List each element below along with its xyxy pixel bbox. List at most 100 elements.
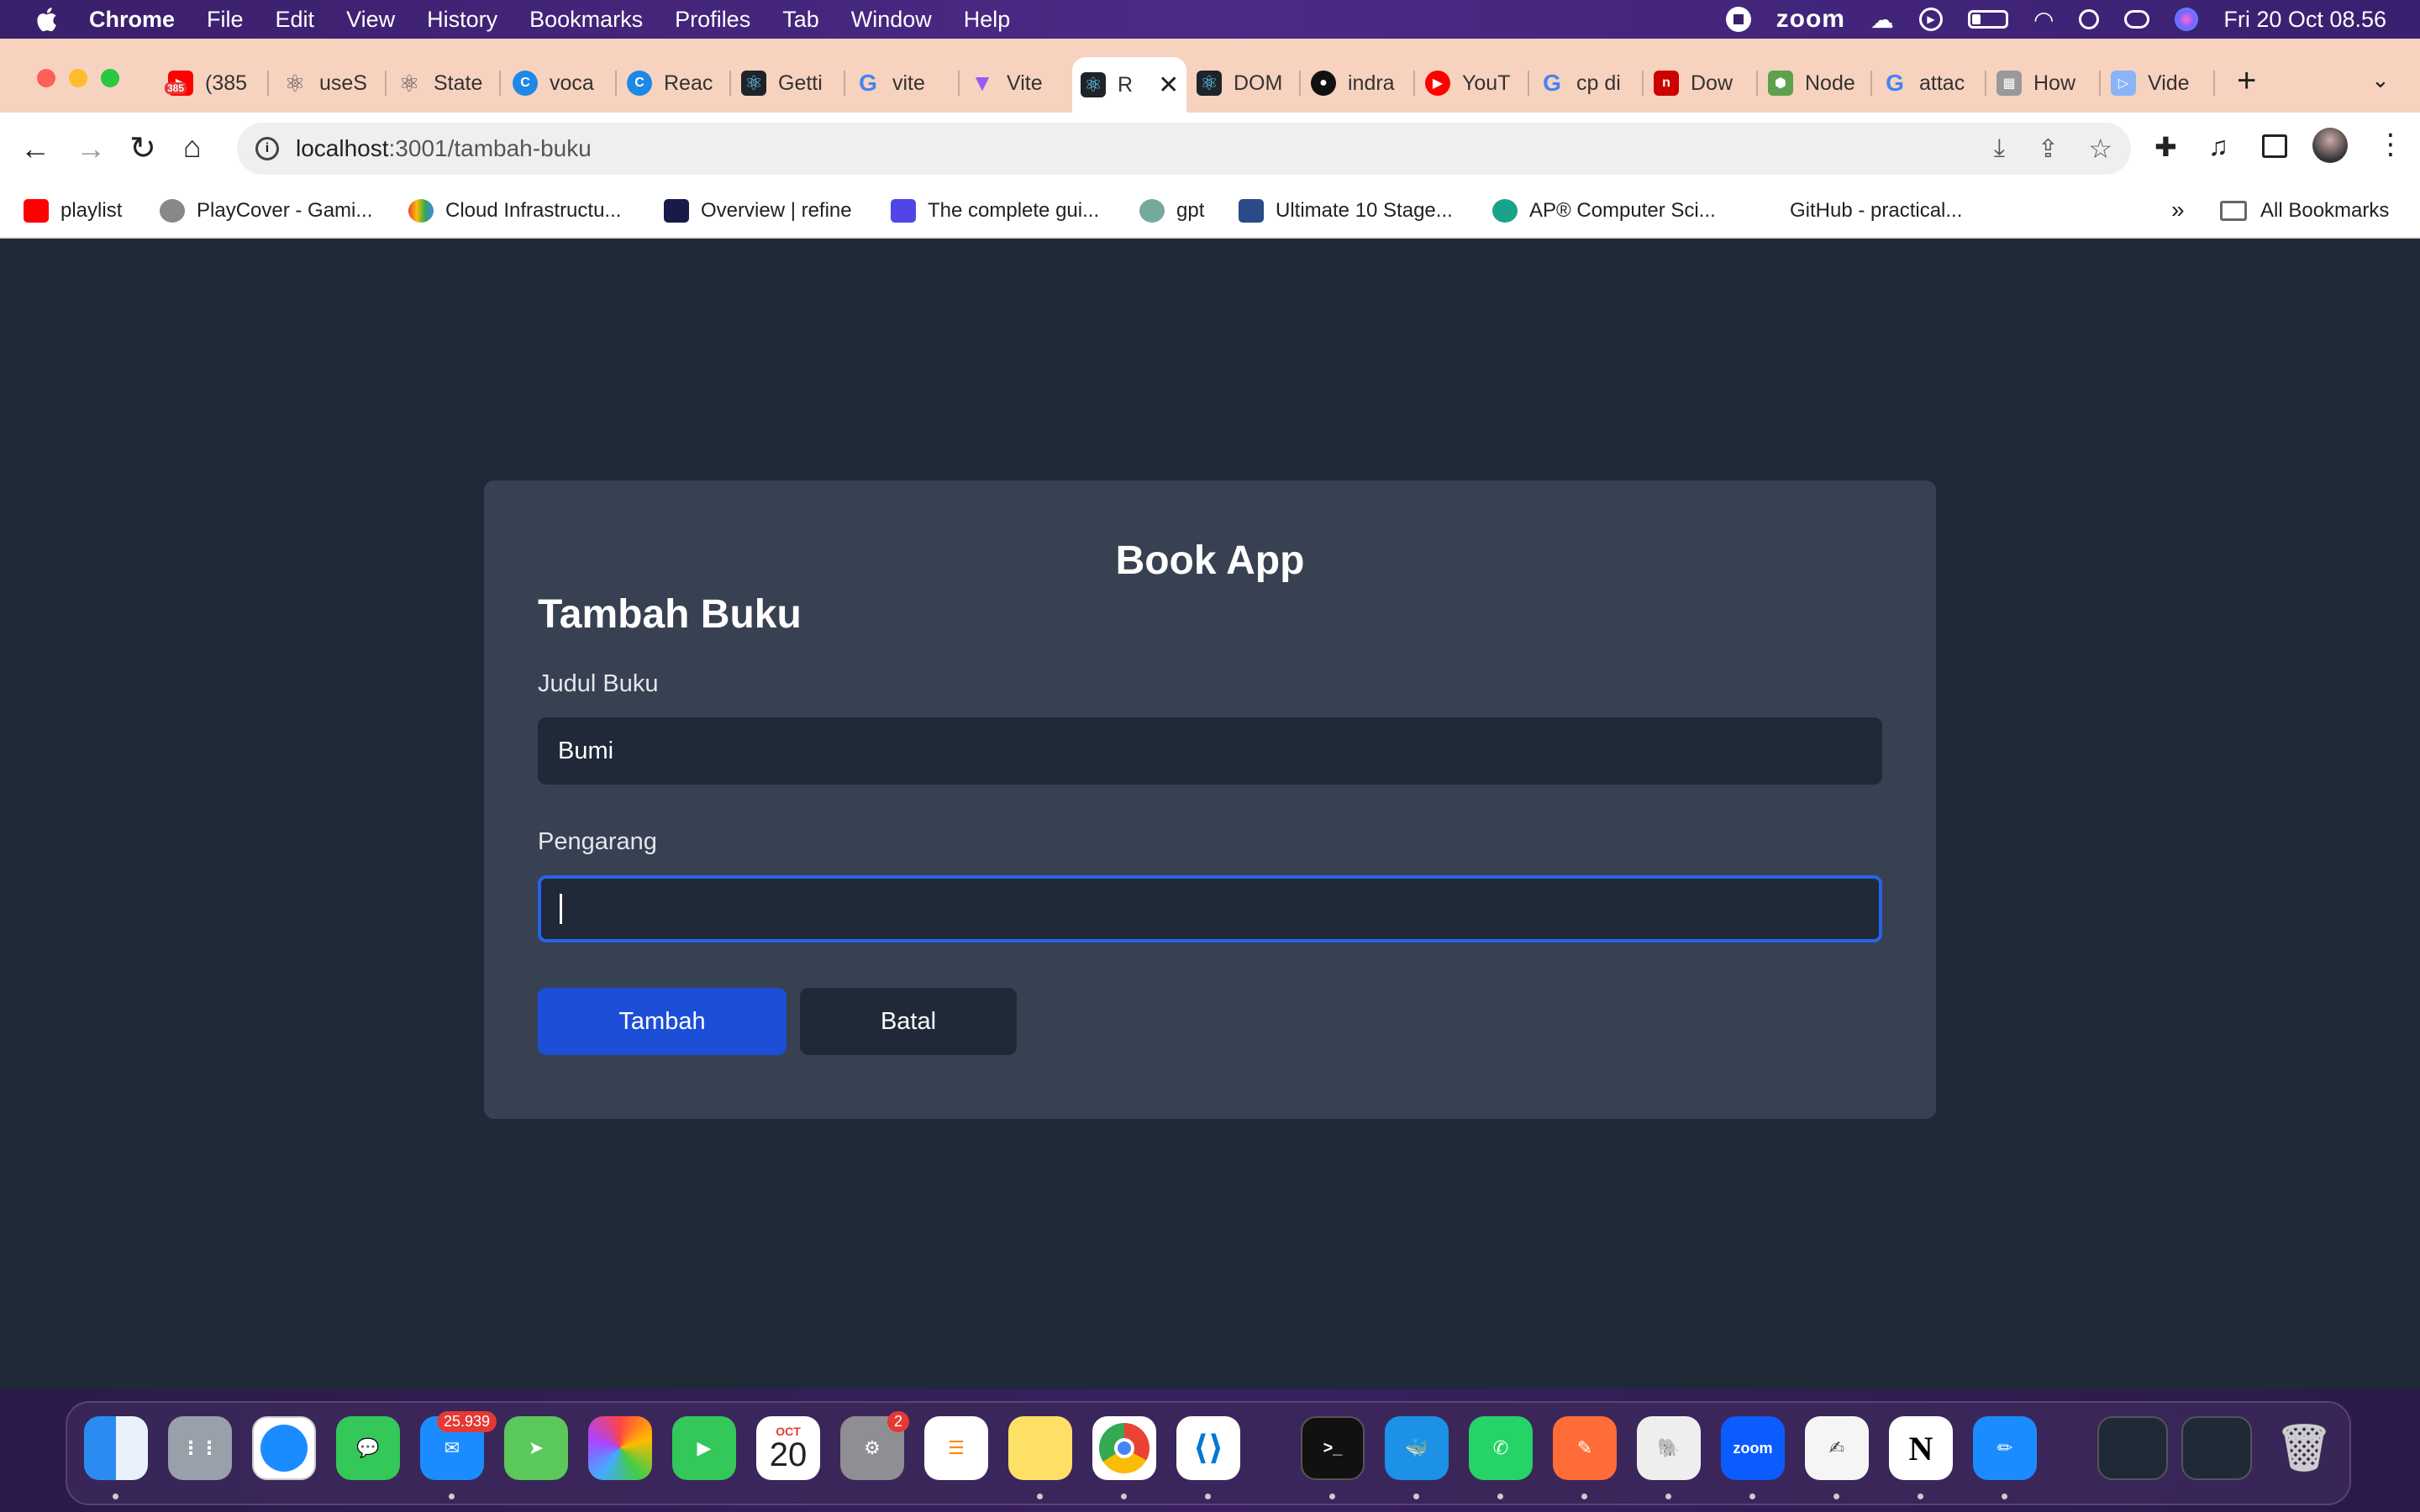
tab-3[interactable]: C voca xyxy=(513,59,617,108)
reminders-icon[interactable]: ☰ xyxy=(924,1416,988,1480)
tab-14[interactable]: ⬢ Node xyxy=(1768,59,1872,108)
tab-1[interactable]: ⚛ useS xyxy=(282,59,387,108)
siri-icon[interactable] xyxy=(2175,8,2199,31)
back-arrow-icon[interactable]: ← xyxy=(20,131,50,166)
notes-icon[interactable] xyxy=(1008,1416,1072,1480)
maps-icon[interactable]: ➤ xyxy=(504,1416,568,1480)
share-icon[interactable]: ⇪ xyxy=(2038,134,2059,164)
xcode-pencil-icon[interactable]: ✏ xyxy=(1973,1416,2037,1480)
tab-4[interactable]: C Reac xyxy=(627,59,731,108)
bookmark-complete-guide[interactable]: The complete gui... xyxy=(891,195,1099,227)
forward-arrow-icon[interactable]: → xyxy=(76,131,106,166)
menu-window[interactable]: Window xyxy=(851,7,932,33)
install-app-icon[interactable]: ⤓ xyxy=(1994,134,2005,163)
clock-datetime[interactable]: Fri 20 Oct 08.56 xyxy=(2223,7,2386,33)
menu-file[interactable]: File xyxy=(207,7,244,33)
bookmark-github-practical[interactable]: GitHub - practical... xyxy=(1790,195,1962,227)
play-icon[interactable]: ▶ xyxy=(1918,8,1943,31)
finder-icon[interactable] xyxy=(84,1416,148,1480)
tab-16[interactable]: ▦ How xyxy=(1996,59,2101,108)
tab-6[interactable]: G vite xyxy=(855,59,960,108)
tableplus-icon[interactable]: 🐘 xyxy=(1637,1416,1701,1480)
postman-icon[interactable]: ✎ xyxy=(1553,1416,1617,1480)
extensions-puzzle-icon[interactable]: ✚ xyxy=(2154,131,2177,163)
bookmark-star-icon[interactable]: ☆ xyxy=(2088,133,2112,165)
menu-edit[interactable]: Edit xyxy=(276,7,315,33)
zoom-status-label[interactable]: zoom xyxy=(1776,5,1845,34)
tab-12[interactable]: G cp di xyxy=(1539,59,1644,108)
close-window-button[interactable] xyxy=(37,69,55,87)
menu-bookmarks[interactable]: Bookmarks xyxy=(529,7,643,33)
menu-history[interactable]: History xyxy=(427,7,497,33)
close-tab-icon[interactable]: ✕ xyxy=(1158,71,1179,100)
address-bar[interactable]: i localhost:3001/tambah-buku ⤓ ⇪ ☆ xyxy=(237,123,2131,175)
weather-icon[interactable]: ☁ xyxy=(1870,6,1894,34)
reload-icon[interactable]: ↻ xyxy=(129,129,156,167)
menu-view[interactable]: View xyxy=(346,7,395,33)
all-bookmarks-folder[interactable]: All Bookmarks xyxy=(2220,195,2389,227)
record-stop-icon[interactable] xyxy=(1725,7,1751,32)
battery-icon[interactable] xyxy=(1967,10,2008,29)
notion-icon[interactable]: N xyxy=(1889,1416,1953,1480)
wifi-icon[interactable]: ◠ xyxy=(2033,6,2054,34)
calendar-icon[interactable]: OCT 20 xyxy=(756,1416,820,1480)
bookmark-ultimate-10-stage[interactable]: Ultimate 10 Stage... xyxy=(1239,195,1453,227)
media-queue-icon[interactable]: ♫ xyxy=(2208,131,2228,162)
tab-13[interactable]: n Dow xyxy=(1654,59,1758,108)
home-icon[interactable]: ⌂ xyxy=(183,129,202,165)
side-panel-icon[interactable] xyxy=(2262,134,2287,158)
terminal-icon[interactable]: >_ xyxy=(1301,1416,1365,1480)
bookmark-playlist[interactable]: playlist xyxy=(24,195,122,227)
tab-15[interactable]: G attac xyxy=(1882,59,1986,108)
safari-icon[interactable] xyxy=(252,1416,316,1480)
facetime-icon[interactable]: ▶ xyxy=(672,1416,736,1480)
add-book-button[interactable]: Tambah xyxy=(538,988,786,1055)
tab-10[interactable]: ● indra xyxy=(1311,59,1415,108)
tab-7[interactable]: ▼ Vite xyxy=(970,59,1074,108)
tab-11[interactable]: ▶ YouT xyxy=(1425,59,1529,108)
tab-search-chevron-icon[interactable]: ⌄ xyxy=(2371,67,2390,93)
menu-tab[interactable]: Tab xyxy=(782,7,819,33)
mail-unread-badge: 25.939 xyxy=(437,1411,497,1432)
author-input[interactable] xyxy=(538,875,1882,942)
tab-5[interactable]: ⚛ Getti xyxy=(741,59,845,108)
launchpad-icon[interactable]: ⋮⋮ xyxy=(168,1416,232,1480)
maximize-window-button[interactable] xyxy=(101,69,119,87)
menu-app-name[interactable]: Chrome xyxy=(89,7,175,33)
menu-profiles[interactable]: Profiles xyxy=(675,7,750,33)
tab-label: (385 xyxy=(205,71,248,95)
bookmark-ap-computer-science[interactable]: AP® Computer Sci... xyxy=(1492,195,1716,227)
bookmark-gpt[interactable]: gpt xyxy=(1139,195,1204,227)
control-center-icon[interactable] xyxy=(2124,10,2150,29)
site-info-icon[interactable]: i xyxy=(255,137,279,160)
vscode-icon[interactable]: ⟨⟩ xyxy=(1176,1416,1240,1480)
new-tab-button[interactable]: + xyxy=(2237,62,2256,100)
tab-0[interactable]: ▶385 (385 xyxy=(165,59,269,108)
bookmark-cloud-infrastructure[interactable]: Cloud Infrastructu... xyxy=(408,195,621,227)
bookmarks-overflow-chevron[interactable]: » xyxy=(2171,197,2185,223)
whatsapp-icon[interactable]: ✆ xyxy=(1469,1416,1533,1480)
chrome-icon[interactable] xyxy=(1092,1416,1156,1480)
tab-8-active[interactable]: ⚛ R ✕ xyxy=(1072,57,1186,113)
messages-icon[interactable]: 💬 xyxy=(336,1416,400,1480)
tab-17[interactable]: ▷ Vide xyxy=(2111,59,2215,108)
bookmark-playcover[interactable]: PlayCover - Gami... xyxy=(160,195,372,227)
tab-2[interactable]: ⚛ State xyxy=(397,59,501,108)
tab-9[interactable]: ⚛ DOM xyxy=(1197,59,1301,108)
menu-help[interactable]: Help xyxy=(964,7,1011,33)
window-thumbnail-2[interactable] xyxy=(2181,1416,2252,1480)
title-input[interactable]: Bumi xyxy=(538,717,1882,785)
apple-menu-icon[interactable] xyxy=(34,5,59,34)
photos-icon[interactable] xyxy=(588,1416,652,1480)
chrome-menu-icon[interactable]: ⋮ xyxy=(2376,128,2405,161)
window-thumbnail-1[interactable] xyxy=(2097,1416,2168,1480)
docker-icon[interactable]: 🐳 xyxy=(1385,1416,1449,1480)
search-icon[interactable] xyxy=(2079,9,2100,29)
profile-avatar[interactable] xyxy=(2312,128,2348,163)
zoom-app-icon[interactable]: zoom xyxy=(1721,1416,1785,1480)
trash-icon[interactable]: 🗑 xyxy=(2272,1416,2336,1480)
cancel-button[interactable]: Batal xyxy=(800,988,1017,1055)
minimize-window-button[interactable] xyxy=(69,69,87,87)
textedit-icon[interactable]: ✍ xyxy=(1805,1416,1869,1480)
bookmark-refine[interactable]: Overview | refine xyxy=(664,195,852,227)
